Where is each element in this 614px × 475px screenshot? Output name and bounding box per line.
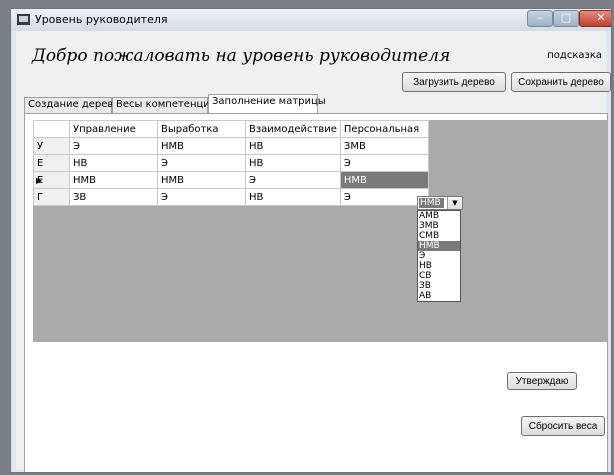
matrix-table: Управление Выработка Взаимодействие Перс… bbox=[33, 120, 429, 206]
rating-options-list: АМВ ЗМВ СМВ НМВ Э НВ СВ ЗВ АВ bbox=[417, 210, 461, 302]
option-item[interactable]: СМВ bbox=[418, 231, 460, 241]
row-header[interactable]: Е bbox=[33, 154, 70, 172]
maximize-button[interactable]: □ bbox=[553, 10, 579, 27]
load-tree-button[interactable]: Загрузить дерево bbox=[402, 72, 506, 92]
table-row: Г ЗВ Э НВ Э bbox=[33, 188, 429, 206]
welcome-heading: Добро пожаловать на уровень руководителя bbox=[32, 46, 451, 66]
matrix-grid[interactable]: Управление Выработка Взаимодействие Перс… bbox=[33, 120, 608, 342]
option-item[interactable]: Э bbox=[418, 251, 460, 261]
table-cell[interactable]: Э bbox=[157, 154, 246, 172]
table-cell[interactable]: ЗМВ bbox=[339, 137, 429, 155]
table-cell[interactable]: НМВ bbox=[157, 171, 246, 189]
app-icon bbox=[17, 14, 30, 25]
approve-button[interactable]: Утверждаю bbox=[507, 372, 577, 390]
row-header-current[interactable]: ▶ Е bbox=[33, 171, 70, 189]
option-item[interactable]: АМВ bbox=[418, 211, 460, 221]
table-row: Е НВ Э НВ Э bbox=[33, 154, 429, 172]
option-item[interactable]: НВ bbox=[418, 261, 460, 271]
table-cell[interactable]: Э bbox=[339, 154, 429, 172]
table-cell[interactable]: Э bbox=[339, 188, 429, 206]
tab-panel-fill-matrix: Управление Выработка Взаимодействие Перс… bbox=[24, 113, 608, 472]
option-item[interactable]: АВ bbox=[418, 291, 460, 301]
option-item-selected[interactable]: НМВ bbox=[418, 241, 460, 251]
table-row-current: ▶ Е НМВ НМВ Э НМВ bbox=[33, 171, 429, 189]
reset-weights-button[interactable]: Сбросить веса bbox=[521, 416, 605, 436]
table-cell[interactable]: НМВ bbox=[69, 171, 158, 189]
table-cell[interactable]: Э bbox=[157, 188, 246, 206]
save-tree-button[interactable]: Сохранить дерево bbox=[511, 72, 611, 92]
option-item[interactable]: ЗМВ bbox=[418, 221, 460, 231]
header-row: Управление Выработка Взаимодействие Перс… bbox=[33, 120, 429, 138]
hint-link[interactable]: подсказка bbox=[547, 50, 602, 61]
current-row-arrow-icon: ▶ bbox=[36, 176, 43, 185]
option-item[interactable]: ЗВ bbox=[418, 281, 460, 291]
close-button[interactable]: ✕ bbox=[579, 10, 611, 27]
table-cell[interactable]: НВ bbox=[245, 137, 341, 155]
table-cell-selected[interactable]: НМВ bbox=[339, 171, 429, 189]
column-header[interactable]: Выработка bbox=[157, 120, 246, 138]
tab-create-tree[interactable]: Создание дерева bbox=[24, 97, 119, 113]
minimize-button[interactable]: – bbox=[527, 10, 553, 27]
table-cell[interactable]: НВ bbox=[245, 154, 341, 172]
table-cell[interactable]: Э bbox=[69, 137, 158, 155]
column-header[interactable]: Управление bbox=[69, 120, 158, 138]
option-item[interactable]: СВ bbox=[418, 271, 460, 281]
main-window: Уровень руководителя – □ ✕ Добро пожалов… bbox=[10, 8, 612, 473]
title-bar[interactable]: Уровень руководителя – □ ✕ bbox=[11, 9, 611, 31]
chevron-down-icon[interactable]: ▼ bbox=[447, 197, 462, 209]
table-cell[interactable]: НМВ bbox=[157, 137, 246, 155]
tab-fill-matrix[interactable]: Заполнение матрицы bbox=[208, 94, 326, 113]
client-area: Добро пожаловать на уровень руководителя… bbox=[16, 31, 611, 472]
combobox-value: НМВ bbox=[419, 198, 444, 208]
table-cell[interactable]: Э bbox=[245, 171, 341, 189]
table-cell[interactable]: НВ bbox=[245, 188, 341, 206]
table-cell[interactable]: ЗВ bbox=[69, 188, 158, 206]
column-header[interactable]: Персональная bbox=[339, 120, 429, 138]
table-row: У Э НМВ НВ ЗМВ bbox=[33, 137, 429, 155]
window-title: Уровень руководителя bbox=[35, 13, 168, 26]
corner-cell[interactable] bbox=[33, 120, 70, 138]
row-header[interactable]: У bbox=[33, 137, 70, 155]
column-header[interactable]: Взаимодействие bbox=[245, 120, 341, 138]
tab-competence-weights[interactable]: Весы компетенций bbox=[112, 97, 216, 113]
rating-combobox[interactable]: НМВ ▼ bbox=[417, 196, 463, 210]
table-cell[interactable]: НВ bbox=[69, 154, 158, 172]
row-header[interactable]: Г bbox=[33, 188, 70, 206]
